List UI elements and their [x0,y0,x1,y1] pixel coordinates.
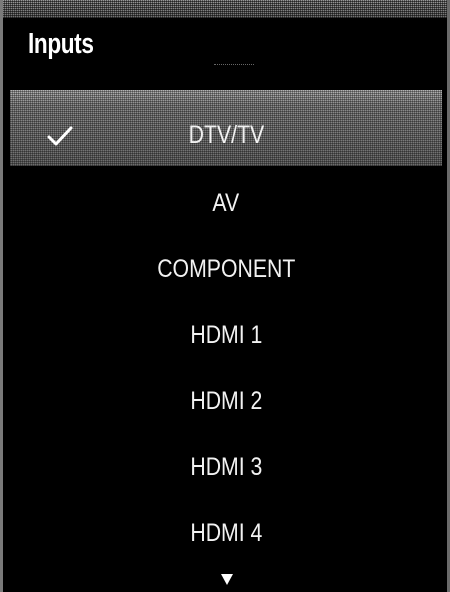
input-option-component[interactable]: COMPONENT [10,236,442,302]
input-option-label: AV [212,189,240,217]
input-option-label: HDMI 2 [189,387,263,415]
left-frame-edge [0,0,3,592]
check-icon [46,104,74,166]
input-option-label: HDMI 1 [189,321,263,349]
input-option-hdmi-1[interactable]: HDMI 1 [10,302,442,368]
input-option-hdmi-2[interactable]: HDMI 2 [10,368,442,434]
input-option-label: COMPONENT [156,255,296,283]
menu-title: Inputs [28,28,94,60]
input-option-label: DTV/TV [188,121,264,149]
input-source-list: DTV/TV AV COMPONENT HDMI 1 HDMI 2 HDMI 3… [10,104,442,566]
title-divider [214,64,254,66]
scroll-down-icon[interactable] [220,572,234,586]
top-frame-band [0,0,450,18]
input-option-label: HDMI 3 [189,453,263,481]
list-header-bar [10,90,442,104]
input-option-label: HDMI 4 [189,519,263,547]
input-option-hdmi-4[interactable]: HDMI 4 [10,500,442,566]
input-option-av[interactable]: AV [10,170,442,236]
input-option-hdmi-3[interactable]: HDMI 3 [10,434,442,500]
inputs-menu-screen: Inputs DTV/TV AV COMPONENT HDMI 1 HDMI 2… [0,0,450,592]
input-option-dtv-tv[interactable]: DTV/TV [10,104,442,166]
